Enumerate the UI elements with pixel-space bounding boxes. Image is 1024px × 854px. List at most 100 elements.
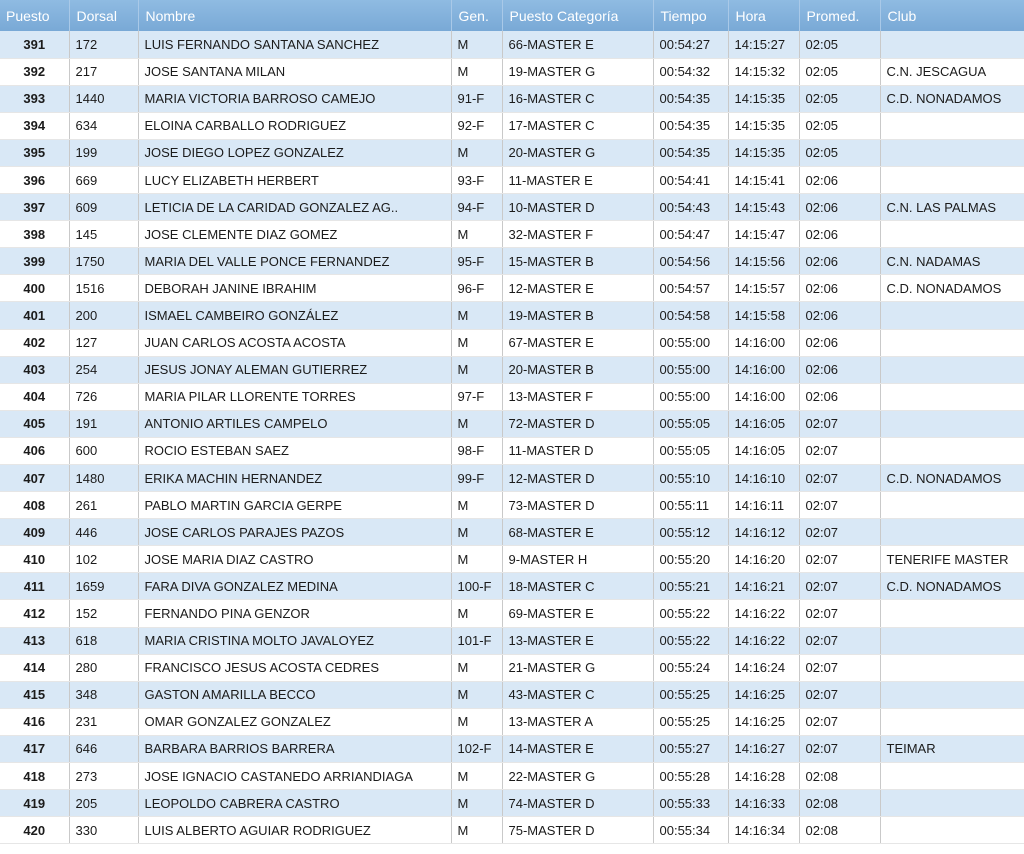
cell-puesto: 396: [0, 166, 70, 195]
cell-dorsal: 152: [69, 599, 139, 628]
table-row[interactable]: 419 205 LEOPOLDO CABRERA CASTRO M 74-MASTER …: [0, 789, 1024, 818]
header-puesto[interactable]: Puesto: [0, 0, 70, 31]
table-row[interactable]: 408 261 PABLO MARTIN GARCIA GERPE M 73-MASTE…: [0, 491, 1024, 520]
header-hora[interactable]: Hora: [728, 0, 800, 31]
cell-tiempo: 00:55:27: [653, 735, 729, 764]
cell-hora: 14:15:56: [728, 247, 800, 276]
table-row[interactable]: 399 1750 MARIA DEL VALLE PONCE FERNANDEZ 95…: [0, 247, 1024, 276]
table-row[interactable]: 410 102 JOSE MARIA DIAZ CASTRO M 9-MASTER H0…: [0, 545, 1024, 574]
cell-puesto-categoria: 20-MASTER B: [502, 356, 654, 384]
cell-nombre: GASTON AMARILLA BECCO: [138, 681, 452, 709]
header-puesto-categoria[interactable]: Puesto Categoría: [502, 0, 654, 31]
cell-promed: 02:08: [799, 789, 881, 818]
cell-tiempo: 00:55:00: [653, 383, 729, 411]
table-row[interactable]: 411 1659 FARA DIVA GONZALEZ MEDINA 100-F 18-…: [0, 572, 1024, 601]
table-row[interactable]: 414 280 FRANCISCO JESUS ACOSTA CEDRES M 21-M…: [0, 654, 1024, 682]
table-row[interactable]: 393 1440 MARIA VICTORIA BARROSO CAMEJO 91-F…: [0, 85, 1024, 113]
cell-puesto-categoria: 68-MASTER E: [502, 518, 654, 547]
table-row[interactable]: 418 273 JOSE IGNACIO CASTANEDO ARRIANDIAGA…: [0, 762, 1024, 791]
cell-hora: 14:15:41: [728, 166, 800, 195]
table-row[interactable]: 392 217 JOSE SANTANA MILAN M 19-MASTER G 00:5…: [0, 58, 1024, 86]
cell-promed: 02:06: [799, 274, 881, 303]
cell-club: [880, 166, 1024, 195]
header-tiempo[interactable]: Tiempo: [653, 0, 729, 31]
cell-club: [880, 518, 1024, 547]
cell-nombre: JOSE CARLOS PARAJES PAZOS: [138, 518, 452, 547]
cell-nombre: PABLO MARTIN GARCIA GERPE: [138, 491, 452, 520]
cell-nombre: ISMAEL CAMBEIRO GONZÁLEZ: [138, 301, 452, 330]
cell-puesto: 404: [0, 383, 70, 411]
cell-tiempo: 00:55:22: [653, 599, 729, 628]
table-row[interactable]: 417 646 BARBARA BARRIOS BARRERA 102-F 14-MAS…: [0, 735, 1024, 764]
table-row[interactable]: 415 348 GASTON AMARILLA BECCO M 43-MASTER C0…: [0, 681, 1024, 709]
cell-club: [880, 139, 1024, 167]
cell-promed: 02:05: [799, 31, 881, 59]
cell-nombre: BARBARA BARRIOS BARRERA: [138, 735, 452, 764]
cell-dorsal: 609: [69, 193, 139, 222]
cell-dorsal: 205: [69, 789, 139, 818]
table-row[interactable]: 403 254 JESUS JONAY ALEMAN GUTIERREZ M 20-MA…: [0, 356, 1024, 384]
table-row[interactable]: 398 145 JOSE CLEMENTE DIAZ GOMEZ M 32-MASTER…: [0, 220, 1024, 249]
cell-hora: 14:16:00: [728, 356, 800, 384]
cell-dorsal: 446: [69, 518, 139, 547]
cell-club: [880, 112, 1024, 140]
cell-dorsal: 600: [69, 437, 139, 466]
cell-hora: 14:16:00: [728, 329, 800, 357]
cell-puesto-categoria: 16-MASTER C: [502, 85, 654, 113]
cell-puesto-categoria: 21-MASTER G: [502, 654, 654, 682]
cell-gen: M: [451, 708, 503, 736]
cell-gen: 94-F: [451, 193, 503, 222]
cell-hora: 14:16:33: [728, 789, 800, 818]
cell-club: [880, 762, 1024, 791]
table-row[interactable]: 416 231 OMAR GONZALEZ GONZALEZ M 13-MASTER A…: [0, 708, 1024, 736]
cell-hora: 14:16:27: [728, 735, 800, 764]
table-row[interactable]: 406 600 ROCIO ESTEBAN SAEZ 98-F 11-MASTER D0…: [0, 437, 1024, 466]
cell-club: [880, 356, 1024, 384]
header-promed[interactable]: Promed.: [799, 0, 881, 31]
cell-club: C.D. NONADAMOS: [880, 85, 1024, 113]
header-dorsal[interactable]: Dorsal: [69, 0, 139, 31]
cell-promed: 02:08: [799, 762, 881, 791]
table-row[interactable]: 401 200 ISMAEL CAMBEIRO GONZÁLEZ M 19-MASTER…: [0, 301, 1024, 330]
table-row[interactable]: 404 726 MARIA PILAR LLORENTE TORRES 97-F 13-…: [0, 383, 1024, 411]
cell-puesto: 399: [0, 247, 70, 276]
table-body: 391 172 LUIS FERNANDO SANTANA SANCHEZ M 66-M…: [0, 31, 1024, 845]
table-row[interactable]: 402 127 JUAN CARLOS ACOSTA ACOSTA M 67-MASTE…: [0, 329, 1024, 357]
cell-nombre: OMAR GONZALEZ GONZALEZ: [138, 708, 452, 736]
table-row[interactable]: 395 199 JOSE DIEGO LOPEZ GONZALEZ M 20-MASTE…: [0, 139, 1024, 167]
cell-club: [880, 627, 1024, 655]
cell-club: C.D. NONADAMOS: [880, 464, 1024, 493]
cell-gen: M: [451, 410, 503, 438]
cell-gen: M: [451, 329, 503, 357]
cell-nombre: LETICIA DE LA CARIDAD GONZALEZ AG..: [138, 193, 452, 222]
header-club[interactable]: Club: [880, 0, 1024, 31]
table-row[interactable]: 394 634 ELOINA CARBALLO RODRIGUEZ 92-F 17-MA…: [0, 112, 1024, 140]
table-row[interactable]: 400 1516 DEBORAH JANINE IBRAHIM 96-F 12-MAST…: [0, 274, 1024, 303]
cell-nombre: ERIKA MACHIN HERNANDEZ: [138, 464, 452, 493]
table-row[interactable]: 412 152 FERNANDO PINA GENZOR M 69-MASTER E 00…: [0, 599, 1024, 628]
header-gen[interactable]: Gen.: [451, 0, 503, 31]
cell-puesto-categoria: 75-MASTER D: [502, 816, 654, 845]
cell-puesto-categoria: 13-MASTER A: [502, 708, 654, 736]
cell-promed: 02:07: [799, 410, 881, 438]
table-row[interactable]: 409 446 JOSE CARLOS PARAJES PAZOS M 68-MASTE…: [0, 518, 1024, 547]
table-row[interactable]: 397 609 LETICIA DE LA CARIDAD GONZALEZ AG.…: [0, 193, 1024, 222]
table-row[interactable]: 420 330 LUIS ALBERTO AGUIAR RODRIGUEZ M 75-M…: [0, 816, 1024, 845]
table-row[interactable]: 413 618 MARIA CRISTINA MOLTO JAVALOYEZ 101-…: [0, 627, 1024, 655]
cell-club: [880, 708, 1024, 736]
table-row[interactable]: 391 172 LUIS FERNANDO SANTANA SANCHEZ M 66-M…: [0, 31, 1024, 59]
table-row[interactable]: 396 669 LUCY ELIZABETH HERBERT 93-F 11-MASTE…: [0, 166, 1024, 195]
cell-tiempo: 00:54:32: [653, 58, 729, 86]
table-row[interactable]: 407 1480 ERIKA MACHIN HERNANDEZ 99-F 12-MAST…: [0, 464, 1024, 493]
cell-hora: 14:16:25: [728, 708, 800, 736]
cell-puesto: 395: [0, 139, 70, 167]
table-row[interactable]: 405 191 ANTONIO ARTILES CAMPELO M 72-MASTER …: [0, 410, 1024, 438]
cell-gen: 96-F: [451, 274, 503, 303]
cell-dorsal: 273: [69, 762, 139, 791]
header-nombre[interactable]: Nombre: [138, 0, 452, 31]
cell-nombre: JUAN CARLOS ACOSTA ACOSTA: [138, 329, 452, 357]
cell-puesto-categoria: 74-MASTER D: [502, 789, 654, 818]
cell-puesto-categoria: 66-MASTER E: [502, 31, 654, 59]
cell-promed: 02:08: [799, 816, 881, 845]
cell-tiempo: 00:55:20: [653, 545, 729, 574]
